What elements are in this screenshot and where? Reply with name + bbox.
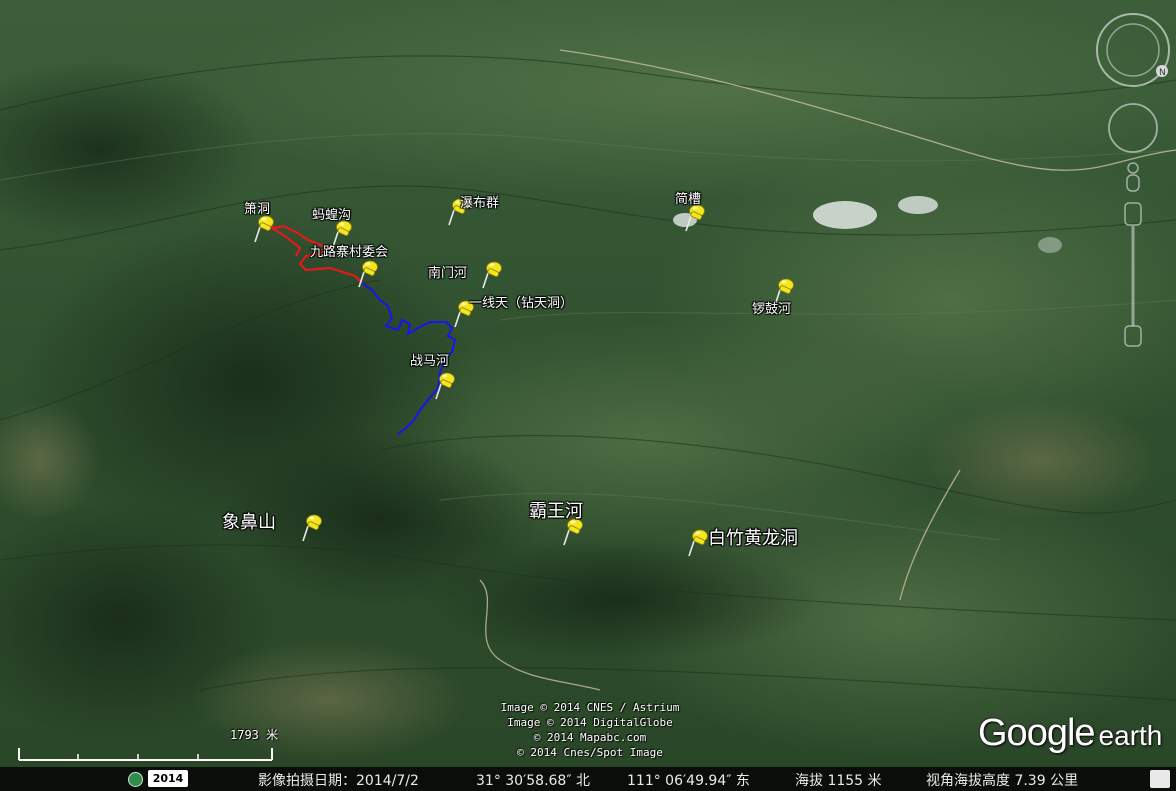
pushpin-icon[interactable] [686, 527, 710, 557]
longitude-readout: 111° 06′49.94″ 东 [627, 773, 750, 789]
satellite-terrain[interactable] [0, 0, 1176, 791]
placemark-label[interactable]: 简槽 [675, 188, 701, 207]
street-view-pegman-icon[interactable] [1126, 162, 1140, 192]
placemark-label[interactable]: 一线天（钻天洞） [469, 292, 573, 311]
scale-bar [18, 748, 273, 761]
imagery-year-badge[interactable]: 2014 [148, 770, 188, 787]
scale-label: 1793 米 [230, 728, 279, 742]
elevation-readout: 海拔 1155 米 [795, 773, 882, 789]
look-compass[interactable]: N [1096, 13, 1170, 87]
pushpin-icon[interactable] [356, 258, 380, 288]
north-n-icon: N [1159, 68, 1166, 78]
logo-google-text: Google [978, 712, 1096, 754]
credit-line: Image © 2014 DigitalGlobe [507, 716, 673, 729]
credit-line: © 2014 Mapabc.com [533, 731, 647, 744]
placemark-label[interactable]: 霸王河 [529, 497, 583, 523]
imagery-credits: Image © 2014 CNES / Astrium Image © 2014… [470, 700, 710, 760]
credit-line: Image © 2014 CNES / Astrium [500, 701, 680, 714]
placemark-label[interactable]: 锣鼓河 [752, 298, 791, 317]
placemark-label[interactable]: 白竹黄龙洞 [708, 524, 798, 550]
placemark-label[interactable]: 九路寨村委会 [310, 241, 388, 260]
placemark-label[interactable]: 象鼻山 [222, 508, 276, 534]
pushpin-icon[interactable] [300, 512, 324, 542]
placemark-label[interactable]: 箫洞 [244, 198, 270, 217]
placemark-label[interactable]: 瀑布群 [460, 192, 499, 211]
move-joystick[interactable] [1108, 103, 1158, 153]
pushpin-icon[interactable] [433, 370, 457, 400]
pushpin-icon[interactable] [252, 213, 276, 243]
zoom-slider[interactable] [1124, 202, 1142, 347]
credit-line: © 2014 Cnes/Spot Image [517, 746, 663, 759]
pushpin-icon[interactable] [480, 259, 504, 289]
navigation-controls[interactable]: N [1090, 8, 1176, 353]
eye-altitude-readout: 视角海拔高度 7.39 公里 [926, 773, 1079, 789]
historical-imagery-icon[interactable] [128, 772, 143, 787]
logo-earth-text: earth [1098, 720, 1163, 751]
placemark-label[interactable]: 战马河 [410, 350, 449, 369]
status-bar: 2014 影像拍摄日期：2014/7/2 31° 30′58.68″ 北 111… [0, 767, 1176, 791]
status-options-icon[interactable] [1150, 770, 1170, 788]
latitude-readout: 31° 30′58.68″ 北 [476, 773, 591, 789]
placemark-label[interactable]: 南门河 [428, 262, 467, 281]
imagery-date: 影像拍摄日期：2014/7/2 [258, 773, 419, 789]
google-earth-logo: Google earth [978, 712, 1162, 755]
placemark-label[interactable]: 蚂蝗沟 [312, 204, 351, 223]
